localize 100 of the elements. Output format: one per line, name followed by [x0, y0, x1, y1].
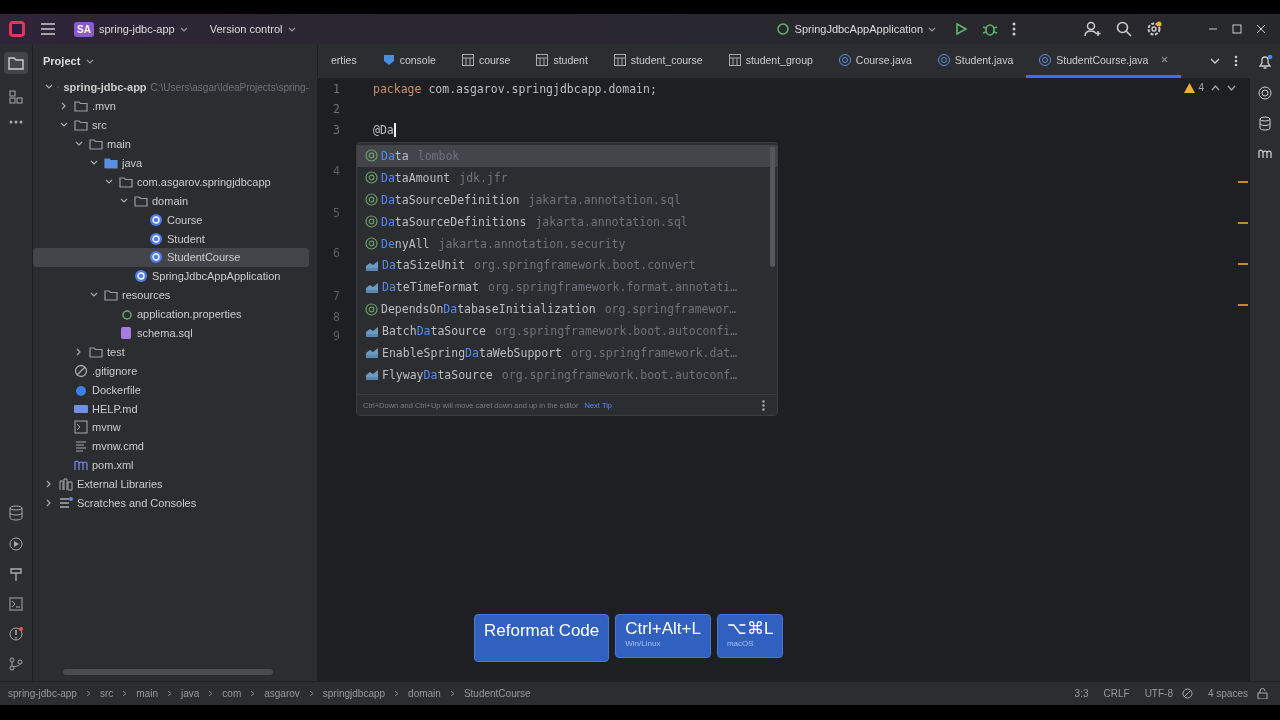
editor-tab[interactable]: Student.java: [924, 44, 1027, 78]
maximize-icon[interactable]: [1232, 24, 1242, 34]
tree-item[interactable]: Scratches and Consoles: [33, 493, 309, 513]
database-icon[interactable]: [9, 505, 23, 521]
tree-item[interactable]: com.asgarov.springjdbcapp: [33, 172, 309, 192]
tree-item[interactable]: StudentCourse: [33, 248, 309, 267]
breadcrumb[interactable]: domain: [408, 688, 441, 699]
tree-item[interactable]: test: [33, 342, 309, 362]
tree-item[interactable]: java: [33, 153, 309, 173]
completion-item[interactable]: EnableSpringDataWebSupport org.springframework.dat…: [357, 342, 777, 364]
tree-item[interactable]: main: [33, 134, 309, 154]
terminal-icon[interactable]: [9, 597, 23, 611]
run-configuration[interactable]: SpringJdbcAppApplication: [771, 20, 940, 38]
editor-tab[interactable]: student_course: [600, 44, 716, 78]
project-switcher[interactable]: SA spring-jdbc-app: [70, 19, 192, 39]
breadcrumb[interactable]: java: [180, 688, 200, 699]
tree-item[interactable]: resources: [33, 285, 309, 305]
chevron-down-icon[interactable]: [105, 177, 113, 186]
bug-icon[interactable]: [982, 21, 998, 37]
chevron-up-icon[interactable]: [1211, 84, 1220, 91]
app-logo-icon[interactable]: [8, 20, 26, 38]
search-icon[interactable]: [1116, 21, 1132, 37]
breadcrumb[interactable]: main: [136, 688, 158, 699]
chevron-down-icon[interactable]: [90, 159, 98, 167]
tree-item[interactable]: src: [33, 115, 309, 135]
more-icon[interactable]: [9, 120, 23, 124]
completion-item[interactable]: FlywayDataSource org.springframework.boot.autoconf…: [357, 363, 777, 386]
lock-icon[interactable]: [1257, 688, 1268, 699]
close-icon[interactable]: [1256, 24, 1266, 34]
tree-item[interactable]: .mvn: [33, 96, 309, 116]
hammer-icon[interactable]: [9, 567, 23, 581]
run-icon[interactable]: [954, 22, 968, 36]
warning-marker[interactable]: [1238, 222, 1248, 224]
tree-item[interactable]: pom.xml: [33, 455, 309, 475]
tree-item[interactable]: schema.sql: [33, 323, 309, 343]
indent-setting[interactable]: 4 spaces: [1207, 688, 1248, 699]
editor-tab[interactable]: student_group: [715, 44, 826, 78]
warning-marker[interactable]: [1238, 263, 1248, 265]
services-icon[interactable]: [9, 537, 23, 551]
chevron-right-icon[interactable]: [45, 480, 53, 489]
problems-icon[interactable]: [9, 627, 23, 641]
scrollbar[interactable]: [770, 147, 775, 267]
breadcrumb[interactable]: asgarov: [264, 688, 300, 699]
version-control-menu[interactable]: Version control: [205, 21, 300, 37]
folder-icon[interactable]: [4, 52, 28, 74]
warning-marker[interactable]: [1238, 181, 1248, 183]
panel-title[interactable]: Project: [39, 53, 99, 69]
more-icon[interactable]: [1012, 22, 1016, 36]
tree-item[interactable]: Course: [33, 210, 309, 230]
more-icon[interactable]: [762, 399, 765, 411]
completion-item[interactable]: DataAmount jdk.jfr: [357, 166, 777, 189]
caret-position[interactable]: 3:3: [1074, 688, 1089, 699]
editor-tab[interactable]: student: [523, 44, 601, 78]
chevron-down-icon[interactable]: [1210, 58, 1220, 64]
chevron-down-icon[interactable]: [1227, 84, 1236, 91]
tree-item[interactable]: domain: [33, 191, 309, 211]
tree-item[interactable]: HELP.md: [33, 399, 309, 419]
more-icon[interactable]: [1234, 55, 1238, 67]
breadcrumb[interactable]: StudentCourse: [463, 688, 531, 699]
line-ending[interactable]: CRLF: [1103, 688, 1130, 699]
tree-item[interactable]: mvnw.cmd: [33, 436, 309, 456]
git-icon[interactable]: [9, 657, 23, 671]
tree-item[interactable]: mvnw: [33, 418, 309, 437]
chevron-right-icon[interactable]: [75, 347, 83, 356]
editor-tab[interactable]: StudentCourse.java: [1026, 44, 1182, 78]
breadcrumb[interactable]: com: [222, 688, 242, 699]
add-user-icon[interactable]: [1084, 21, 1102, 37]
tree-item[interactable]: application.properties: [33, 304, 309, 324]
settings-icon[interactable]: [1146, 21, 1162, 37]
no-entry-icon[interactable]: [1181, 688, 1193, 699]
file-encoding[interactable]: UTF-8: [1144, 688, 1173, 699]
chevron-right-icon[interactable]: [45, 499, 53, 508]
completion-item[interactable]: DataSourceDefinition jakarta.annotation.sql: [357, 188, 777, 211]
completion-item[interactable]: BatchDataSource org.springframework.boot.autoconfi…: [357, 320, 777, 342]
tree-item[interactable]: External Libraries: [33, 474, 309, 494]
editor-tab[interactable]: erties: [318, 44, 370, 78]
menu-icon[interactable]: [40, 22, 56, 36]
breadcrumb[interactable]: springjdbcapp: [322, 688, 386, 699]
warning-marker[interactable]: [1238, 304, 1248, 306]
breadcrumb[interactable]: src: [99, 688, 114, 699]
completion-item[interactable]: DateTimeFormat org.springframework.format.annotati…: [357, 276, 777, 299]
database-icon[interactable]: [1259, 116, 1271, 131]
editor-tab[interactable]: Course.java: [825, 44, 925, 78]
editor-tab[interactable]: console: [369, 44, 449, 78]
bell-icon[interactable]: [1257, 54, 1273, 70]
tree-item[interactable]: Student: [33, 229, 309, 248]
completion-item[interactable]: DataSourceDefinitions jakarta.annotation.sql: [357, 210, 777, 233]
scrollbar[interactable]: [63, 669, 273, 675]
completion-item[interactable]: DenyAll jakarta.annotation.security: [357, 232, 777, 255]
chevron-right-icon[interactable]: [60, 102, 68, 111]
maven-icon[interactable]: [1257, 147, 1273, 159]
structure-icon[interactable]: [9, 90, 23, 104]
tree-item[interactable]: .gitignore: [33, 361, 309, 381]
editor-tab[interactable]: course: [448, 44, 524, 78]
completion-item[interactable]: DependsOnDatabaseInitialization org.springframewor…: [357, 298, 777, 321]
completion-item[interactable]: DataSizeUnit org.springframework.boot.convert: [357, 254, 777, 277]
close-icon[interactable]: [1161, 56, 1169, 63]
tree-item[interactable]: Dockerfile: [33, 380, 309, 400]
tree-item[interactable]: SpringJdbcAppApplication: [33, 266, 309, 286]
tree-item[interactable]: spring-jdbc-app C:\Users\asgar\IdeaProjects\spring-: [33, 78, 309, 97]
